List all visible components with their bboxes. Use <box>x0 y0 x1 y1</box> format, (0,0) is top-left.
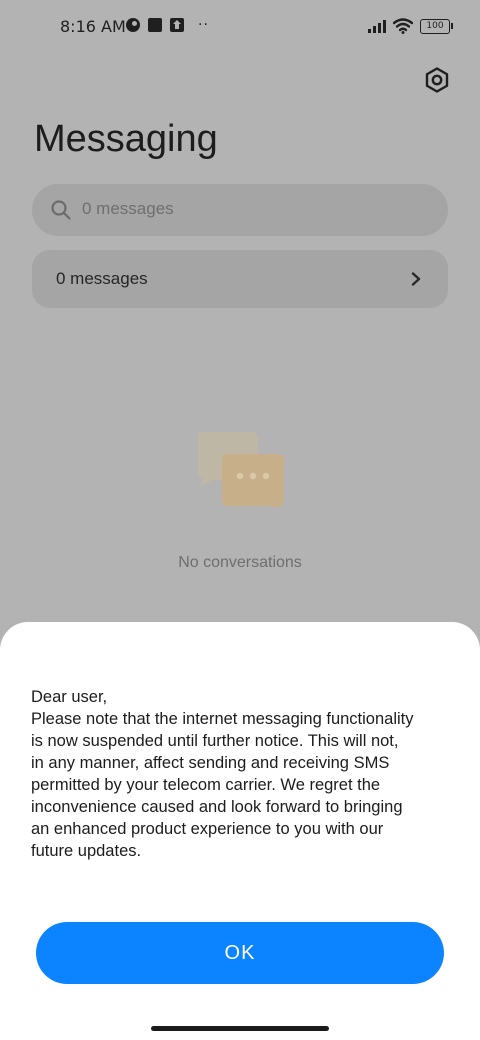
notification-square-icon <box>148 18 162 32</box>
status-system-icons: 100 <box>368 18 453 34</box>
search-placeholder: 0 messages <box>82 199 174 218</box>
status-time: 8:16 AM <box>60 17 126 36</box>
home-indicator[interactable] <box>151 1026 329 1031</box>
dialog-message: Dear user, Please note that the internet… <box>31 688 414 860</box>
page-title: Messaging <box>34 118 218 160</box>
notice-dialog: Dear user, Please note that the internet… <box>0 622 480 1040</box>
search-input[interactable]: 0 messages <box>32 184 448 236</box>
data-saver-icon <box>126 18 140 32</box>
chevron-right-icon <box>411 272 421 286</box>
battery-icon: 100 <box>420 18 453 34</box>
upload-icon <box>170 18 184 32</box>
messages-row[interactable]: 0 messages <box>32 250 448 308</box>
more-notifications-icon: ·· <box>198 17 209 33</box>
signal-icon <box>368 19 386 33</box>
status-bar: 8:16 AM ·· 100 <box>0 0 480 56</box>
wifi-icon <box>393 18 413 34</box>
chat-bubbles-icon <box>198 432 284 508</box>
settings-button[interactable] <box>421 64 453 96</box>
empty-state-text: No conversations <box>178 554 302 571</box>
status-notification-icons: ·· <box>126 18 209 32</box>
messages-row-label: 0 messages <box>56 269 148 288</box>
settings-icon <box>425 67 449 93</box>
ok-button[interactable]: OK <box>36 922 444 984</box>
search-icon <box>51 200 71 220</box>
